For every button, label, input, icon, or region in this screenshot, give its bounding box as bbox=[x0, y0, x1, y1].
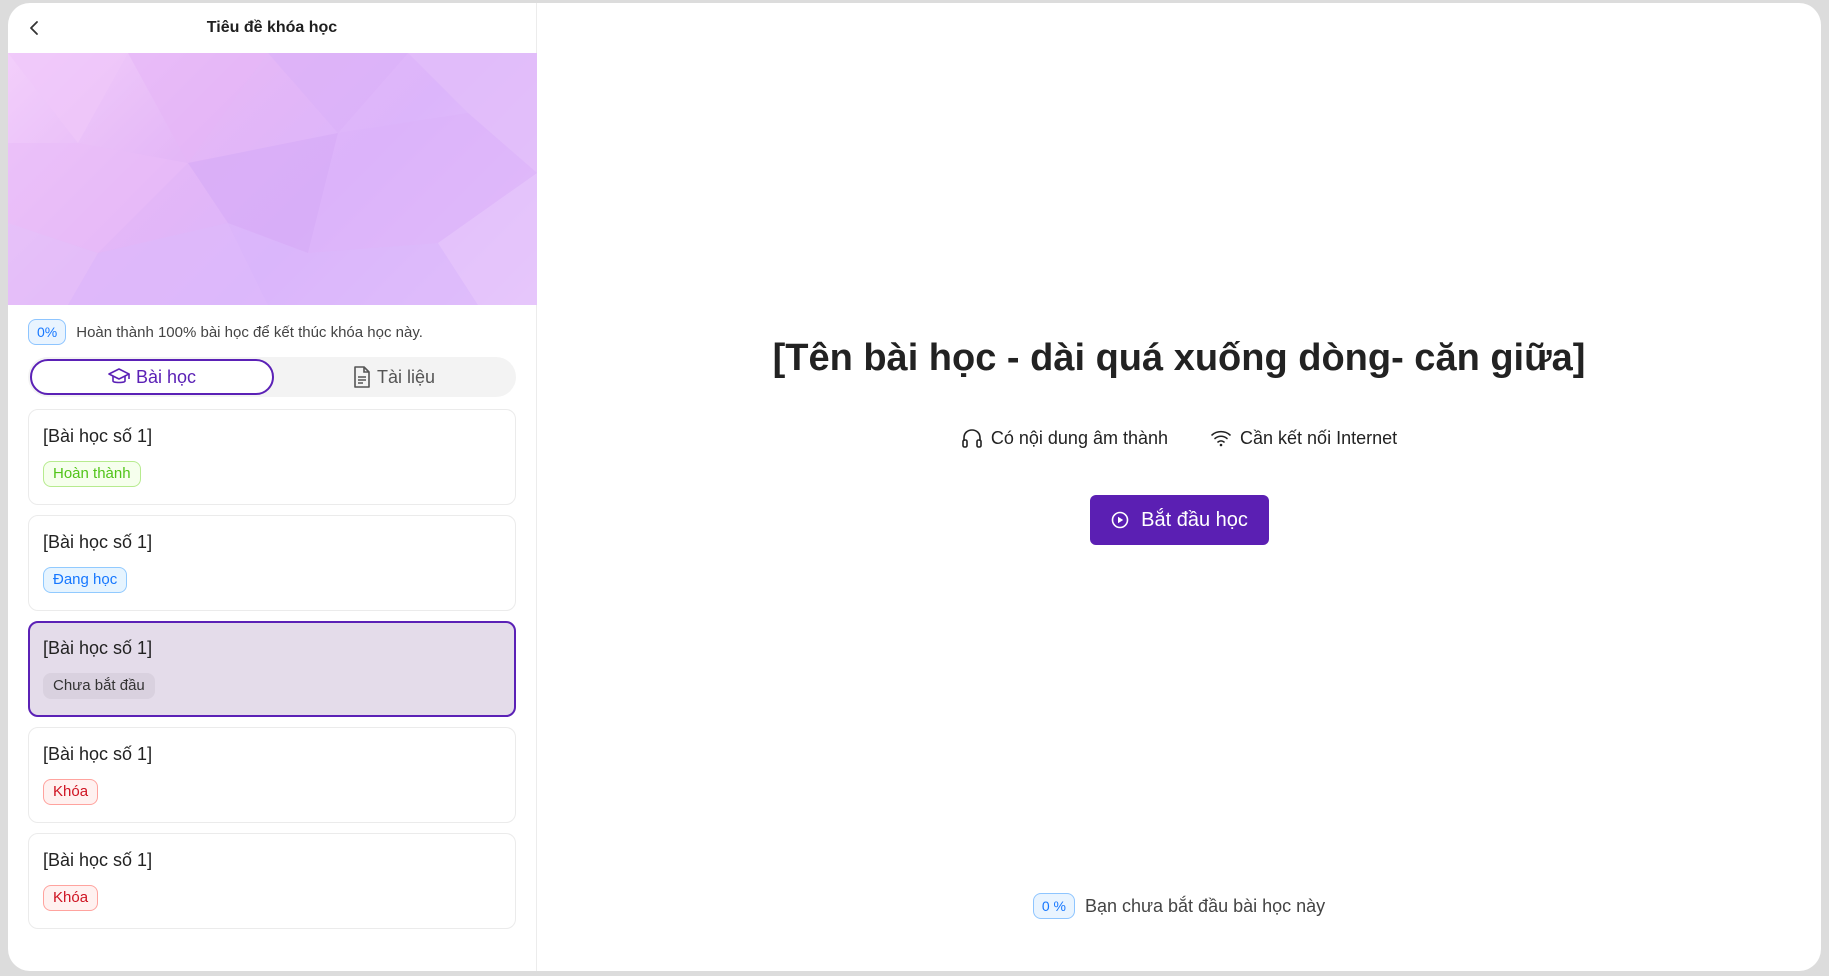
lesson-item[interactable]: [Bài học số 1] Hoàn thành bbox=[28, 409, 516, 505]
course-progress: 0% Hoàn thành 100% bài học để kết thúc k… bbox=[8, 305, 536, 349]
progress-percent-badge: 0% bbox=[28, 319, 67, 345]
start-lesson-button[interactable]: Bắt đầu học bbox=[1090, 495, 1269, 545]
play-circle-icon bbox=[1111, 511, 1129, 529]
lesson-title: [Bài học số 1] bbox=[43, 638, 153, 658]
lesson-title: [Bài học số 1] bbox=[43, 744, 153, 764]
lesson-percent-badge: 0 % bbox=[1032, 893, 1075, 919]
lesson-title: [Bài học số 1] bbox=[43, 850, 153, 870]
lesson-list: [Bài học số 1] Hoàn thành [Bài học số 1]… bbox=[8, 397, 536, 929]
wifi-icon bbox=[1211, 430, 1231, 447]
lesson-detail: [Tên bài học - dài quá xuống dòng- căn g… bbox=[537, 3, 1821, 971]
lesson-status-badge: Khóa bbox=[43, 885, 99, 911]
lesson-title: [Bài học số 1] bbox=[43, 426, 153, 446]
graduation-cap-icon bbox=[108, 368, 130, 384]
feature-audio-label: Có nội dung âm thành bbox=[990, 427, 1169, 448]
lesson-heading: [Tên bài học - dài quá xuống dòng- căn g… bbox=[772, 337, 1586, 379]
back-button[interactable] bbox=[22, 16, 46, 40]
tab-documents-label: Tài liệu bbox=[376, 366, 436, 387]
sidebar-tabs: Bài học Tài liệu bbox=[28, 357, 516, 397]
headphones-icon bbox=[962, 429, 982, 448]
lesson-status-badge: Đang học bbox=[43, 567, 128, 593]
feature-internet-label: Cần kết nối Internet bbox=[1240, 427, 1398, 448]
chevron-left-icon bbox=[30, 21, 38, 35]
sidebar-header: Tiêu đề khóa học bbox=[8, 3, 536, 53]
course-sidebar: Tiêu đề khóa học 0% Hoàn thành 100% bài … bbox=[8, 3, 537, 971]
feature-audio: Có nội dung âm thành bbox=[961, 427, 1168, 449]
lesson-progress-message: Bạn chưa bắt đầu bài học này bbox=[1084, 895, 1326, 916]
tab-lessons-label: Bài học bbox=[135, 366, 197, 387]
lesson-item[interactable]: [Bài học số 1] Khóa bbox=[28, 727, 516, 823]
lesson-status-badge: Chưa bắt đầu bbox=[43, 673, 155, 699]
document-icon bbox=[354, 366, 370, 388]
lesson-status-badge: Hoàn thành bbox=[43, 461, 141, 487]
progress-message: Hoàn thành 100% bài học để kết thúc khóa… bbox=[76, 323, 423, 341]
start-lesson-label: Bắt đầu học bbox=[1141, 508, 1248, 531]
lesson-item-selected[interactable]: [Bài học số 1] Chưa bắt đầu bbox=[28, 621, 516, 717]
lesson-progress-status: 0 % Bạn chưa bắt đầu bài học này bbox=[537, 893, 1821, 919]
app-window: Tiêu đề khóa học 0% Hoàn thành 100% bài … bbox=[8, 3, 1821, 971]
lesson-title: [Bài học số 1] bbox=[43, 532, 153, 552]
lesson-features: Có nội dung âm thành Cần kết nối Interne… bbox=[537, 427, 1821, 449]
feature-internet: Cần kết nối Internet bbox=[1210, 427, 1397, 449]
tab-documents[interactable]: Tài liệu bbox=[274, 359, 514, 395]
tab-lessons[interactable]: Bài học bbox=[30, 359, 274, 395]
lesson-status-badge: Khóa bbox=[43, 779, 99, 805]
course-banner-image bbox=[8, 53, 537, 305]
course-title: Tiêu đề khóa học bbox=[206, 19, 338, 36]
lesson-item[interactable]: [Bài học số 1] Khóa bbox=[28, 833, 516, 929]
lesson-item[interactable]: [Bài học số 1] Đang học bbox=[28, 515, 516, 611]
